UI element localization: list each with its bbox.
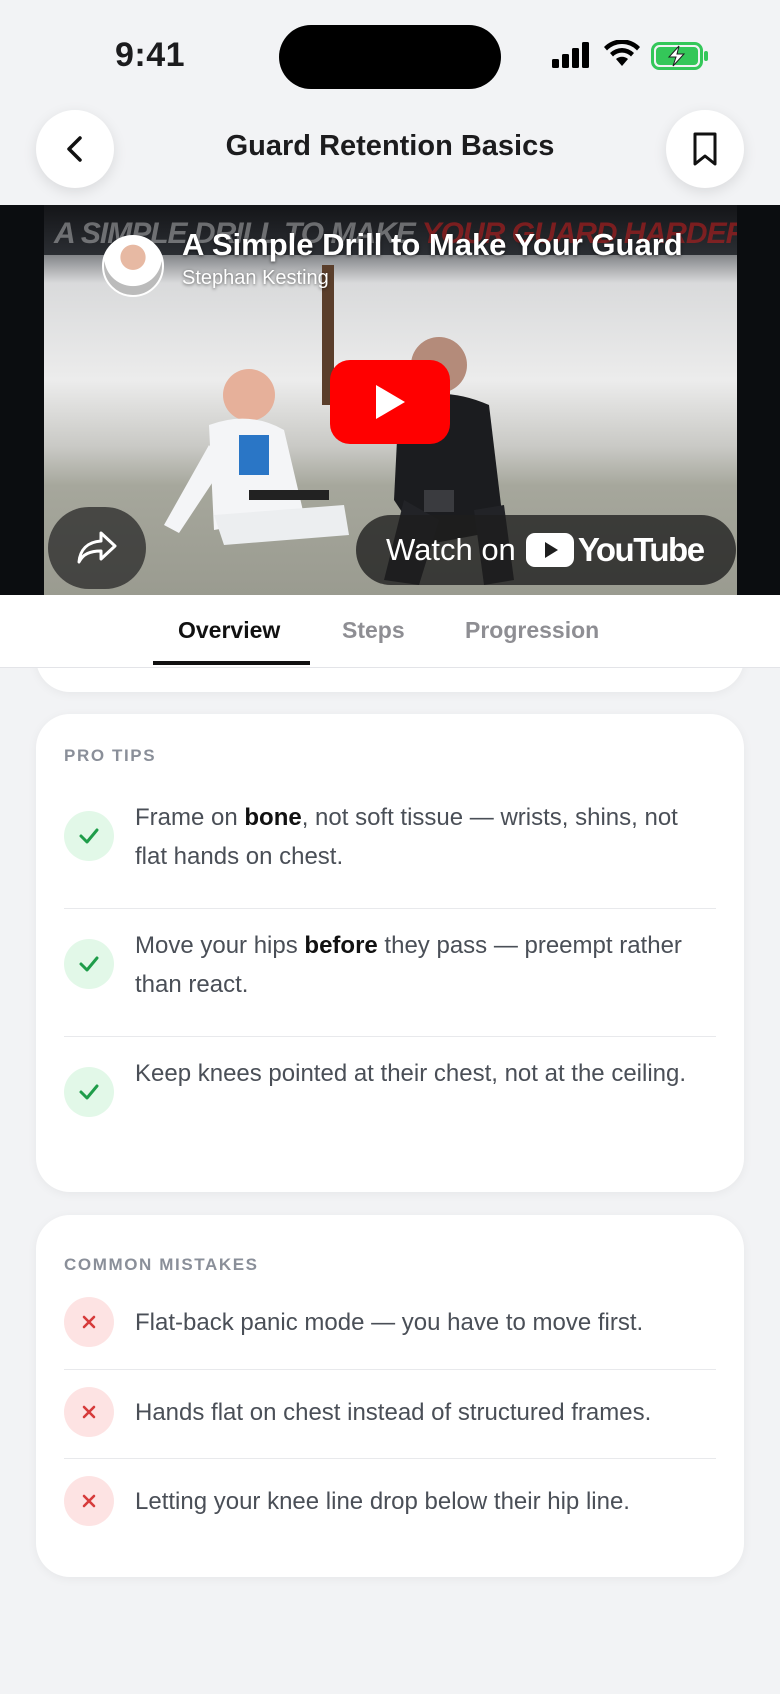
tip-text: Frame on bone, not soft tissue — wrists,… xyxy=(135,804,678,870)
tab-overview[interactable]: Overview xyxy=(178,617,280,644)
tip-text: Move your hips before they pass — preemp… xyxy=(135,932,682,998)
video-channel[interactable]: Stephan Kesting xyxy=(182,267,329,290)
mistake-text: Letting your knee line drop below their … xyxy=(135,1488,630,1515)
battery-charging-icon xyxy=(651,42,708,70)
tab-progression[interactable]: Progression xyxy=(465,617,599,644)
common-mistakes-card: COMMON MISTAKES Flat-back panic mode — y… xyxy=(36,1215,744,1577)
status-time: 9:41 xyxy=(115,36,186,74)
watch-on-youtube-button[interactable]: Watch on YouTube xyxy=(356,515,736,585)
tab-steps[interactable]: Steps xyxy=(342,617,405,644)
status-bar: 9:41 xyxy=(0,0,780,110)
tab-bar: Overview Steps Progression xyxy=(0,595,780,668)
divider xyxy=(64,1458,716,1459)
check-icon xyxy=(64,939,114,989)
dynamic-island xyxy=(279,25,501,89)
tip-text: Keep knees pointed at their chest, not a… xyxy=(135,1060,687,1087)
bookmark-button[interactable] xyxy=(666,110,744,188)
youtube-play-icon xyxy=(525,533,574,567)
x-icon xyxy=(64,1387,114,1437)
youtube-wordmark: YouTube xyxy=(577,531,705,568)
youtube-logo: YouTube xyxy=(525,531,705,569)
x-icon xyxy=(64,1476,114,1526)
check-icon xyxy=(64,811,114,861)
wifi-icon xyxy=(604,40,640,66)
video-thumbnail: A SIMPLE DRILL TO MAKE YOUR GUARD HARDER… xyxy=(44,205,737,595)
pro-tips-card: PRO TIPS Frame on bone, not soft tissue … xyxy=(36,714,744,1192)
channel-avatar[interactable] xyxy=(102,235,164,297)
play-icon xyxy=(376,385,405,419)
pro-tips-title: PRO TIPS xyxy=(64,746,157,765)
video-player[interactable]: A SIMPLE DRILL TO MAKE YOUR GUARD HARDER… xyxy=(0,205,780,595)
active-tab-indicator xyxy=(153,661,310,665)
play-button[interactable] xyxy=(330,360,450,444)
fighter-white-gi-image xyxy=(164,369,349,545)
divider xyxy=(64,1036,716,1037)
divider xyxy=(64,908,716,909)
cellular-signal-icon xyxy=(552,42,589,68)
share-arrow-icon xyxy=(77,531,117,564)
video-title[interactable]: A Simple Drill to Make Your Guard xyxy=(182,227,683,263)
common-mistakes-title: COMMON MISTAKES xyxy=(64,1255,259,1274)
watch-on-label: Watch on xyxy=(386,532,516,567)
check-icon xyxy=(64,1067,114,1117)
page-title: Guard Retention Basics xyxy=(225,130,555,162)
divider xyxy=(64,1369,716,1370)
bookmark-icon xyxy=(693,132,717,166)
mistake-text: Hands flat on chest instead of structure… xyxy=(135,1399,652,1426)
mistake-text: Flat-back panic mode — you have to move … xyxy=(135,1309,644,1336)
x-icon xyxy=(64,1297,114,1347)
share-button[interactable] xyxy=(48,507,146,589)
